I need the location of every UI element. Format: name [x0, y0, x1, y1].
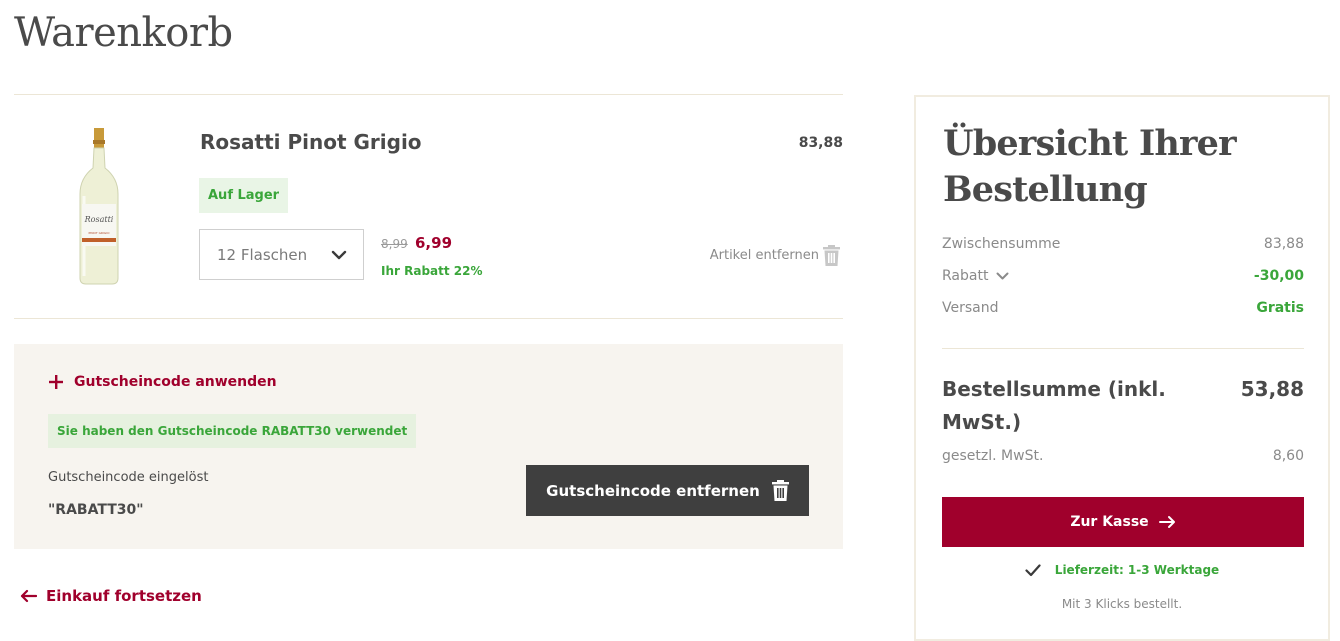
discount-toggle[interactable]: Rabatt	[942, 268, 1009, 284]
vat-value: 8,60	[1272, 448, 1304, 464]
checkout-label: Zur Kasse	[1070, 514, 1149, 530]
plus-icon	[49, 375, 63, 389]
coupon-redeemed-label: Gutscheincode eingelöst	[48, 470, 209, 485]
continue-shopping-link[interactable]: Einkauf fortsetzen	[20, 587, 202, 605]
product-image[interactable]: Rosatti PINOT GRIGIO	[74, 126, 124, 286]
clicks-note: Mit 3 Klicks bestellt.	[1061, 597, 1183, 611]
shipping-row: Versand Gratis	[942, 300, 1304, 316]
stock-badge: Auf Lager	[199, 178, 289, 213]
remove-coupon-label: Gutscheincode entfernen	[546, 481, 760, 500]
vat-row: gesetzl. MwSt. 8,60	[942, 448, 1304, 464]
bottle-label-variety: PINOT GRIGIO	[89, 231, 111, 235]
discount-note: Ihr Rabatt 22%	[381, 264, 483, 278]
remove-article-label: Artikel entfernen	[709, 248, 819, 263]
coupon-section: Gutscheincode anwenden Sie haben den Gut…	[14, 344, 843, 549]
divider	[14, 318, 843, 319]
subtotal-label: Zwischensumme	[942, 236, 1061, 252]
apply-coupon-toggle[interactable]: Gutscheincode anwenden	[48, 374, 277, 390]
delivery-label: Lieferzeit: 1-3 Werktage	[1054, 563, 1220, 577]
subtotal-value: 83,88	[1263, 236, 1304, 252]
trash-icon	[823, 245, 840, 266]
shipping-label: Versand	[942, 300, 999, 316]
order-total-label: Bestellsumme (inkl. MwSt.)	[942, 377, 1166, 434]
product-total-price: 83,88	[798, 135, 843, 151]
order-total-value: 53,88	[1240, 377, 1304, 401]
discount-value: -30,00	[1253, 268, 1304, 284]
product-name[interactable]: Rosatti Pinot Grigio	[200, 130, 422, 154]
order-total-row: Bestellsumme (inkl. MwSt.) 53,88	[942, 373, 1304, 439]
shipping-value: Gratis	[1256, 300, 1304, 316]
new-price: 6,99	[415, 234, 453, 252]
continue-shopping-label: Einkauf fortsetzen	[46, 587, 202, 605]
delivery-info: Lieferzeit: 1-3 Werktage	[916, 563, 1328, 577]
coupon-success-message: Sie haben den Gutscheincode RABATT30 ver…	[48, 414, 417, 448]
chevron-down-icon	[331, 250, 347, 259]
page-title: Warenkorb	[14, 10, 233, 56]
apply-coupon-label: Gutscheincode anwenden	[74, 374, 277, 390]
old-price: 8,99	[381, 237, 408, 251]
discount-label: Rabatt	[942, 268, 989, 284]
summary-title: Übersicht Ihrer Bestellung	[943, 123, 1237, 210]
trash-icon	[771, 480, 789, 501]
discount-row: Rabatt -30,00	[942, 268, 1304, 284]
divider	[14, 94, 843, 95]
arrow-left-icon	[20, 589, 37, 603]
arrow-right-icon	[1158, 516, 1175, 528]
checkout-button[interactable]: Zur Kasse	[942, 497, 1304, 547]
quantity-select[interactable]: 12 Flaschen	[199, 229, 364, 280]
checkmark-icon	[1025, 563, 1041, 576]
remove-article-button[interactable]: Artikel entfernen	[710, 245, 840, 266]
divider	[942, 348, 1304, 349]
bottle-label-brand: Rosatti	[84, 215, 114, 224]
subtotal-row: Zwischensumme 83,88	[942, 236, 1304, 252]
coupon-code-value: "RABATT30"	[48, 502, 144, 518]
order-summary: Übersicht Ihrer Bestellung Zwischensumme…	[914, 95, 1330, 641]
vat-label: gesetzl. MwSt.	[942, 448, 1044, 464]
quantity-value: 12 Flaschen	[217, 245, 308, 264]
chevron-down-icon	[996, 272, 1009, 279]
remove-coupon-button[interactable]: Gutscheincode entfernen	[526, 465, 809, 516]
